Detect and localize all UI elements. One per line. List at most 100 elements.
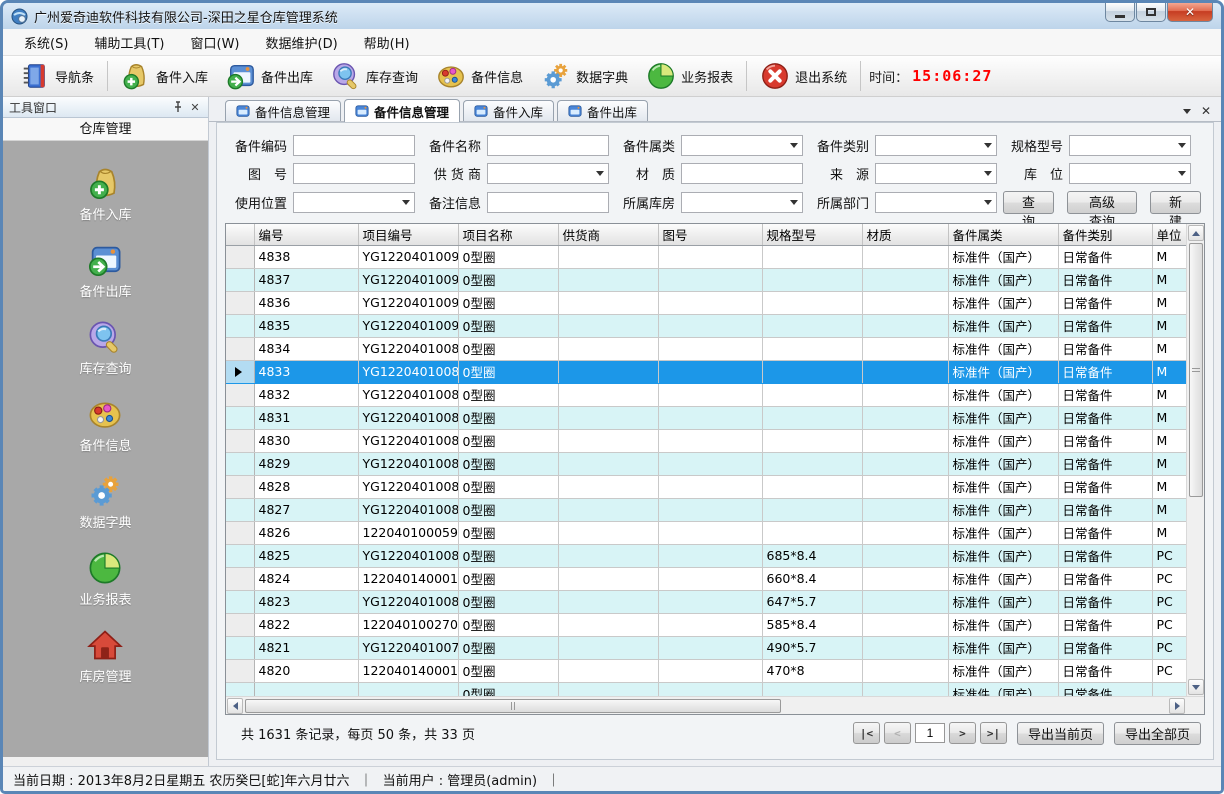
row-selector[interactable] [226,383,254,406]
new-button[interactable]: 新建 [1150,191,1201,214]
first-page-button[interactable]: |< [853,722,880,744]
scroll-up-icon[interactable] [1188,225,1204,241]
sidebar-item-parts-inbound[interactable]: 备件入库 [79,165,131,223]
column-header[interactable]: 项目编号 [358,224,458,245]
spec-model-select[interactable] [1069,135,1191,156]
toolbar-button-exit-system[interactable]: 退出系统 [751,58,856,94]
toolbar-button-parts-outbound[interactable]: 备件出库 [217,58,322,94]
department-select[interactable] [875,192,997,213]
row-selector[interactable] [226,567,254,590]
chevron-down-icon[interactable] [1183,109,1191,114]
row-selector[interactable] [226,406,254,429]
toolbar-button-inventory-search[interactable]: 库存查询 [322,58,427,94]
vertical-scrollbar-thumb[interactable] [1189,243,1203,497]
table-row[interactable]: 482212204010027000型圈585*8.4标准件（国产）日常备件PC [226,613,1186,636]
part-category-select[interactable] [681,135,803,156]
scroll-down-icon[interactable] [1188,679,1204,695]
column-header[interactable]: 材质 [862,224,948,245]
row-selector[interactable] [226,475,254,498]
table-row[interactable]: 482612204010005990型圈标准件（国产）日常备件M [226,521,1186,544]
row-selector[interactable] [226,636,254,659]
maximize-button[interactable] [1136,3,1166,22]
menu-data-maintenance[interactable]: 数据维护(D) [253,29,351,56]
horizontal-scrollbar[interactable] [226,697,1186,714]
toolbar-button-parts-info[interactable]: 备件信息 [427,58,532,94]
menu-system[interactable]: 系统(S) [11,29,81,56]
table-row[interactable]: 4831YG122040100860型圈标准件（国产）日常备件M [226,406,1186,429]
sidebar-item-business-report[interactable]: 业务报表 [79,550,131,608]
table-row[interactable]: 4836YG122040100910型圈标准件（国产）日常备件M [226,291,1186,314]
column-header[interactable]: 项目名称 [458,224,558,245]
minimize-button[interactable] [1105,3,1135,22]
table-row[interactable]: 4830YG122040100850型圈标准件（国产）日常备件M [226,429,1186,452]
sidebar-item-data-dictionary[interactable]: 数据字典 [79,473,131,531]
query-button[interactable]: 查询 [1003,191,1054,214]
row-selector[interactable] [226,268,254,291]
table-row[interactable]: 4825YG122040100810型圈685*8.4标准件（国产）日常备件PC [226,544,1186,567]
tab-parts-inbound[interactable]: 备件入库 [463,100,554,121]
row-selector[interactable] [226,337,254,360]
column-header[interactable]: 图号 [658,224,762,245]
remark-input[interactable] [487,192,609,213]
row-selector[interactable] [226,314,254,337]
horizontal-scrollbar-thumb[interactable] [245,699,781,713]
toolbar-button-navbar[interactable]: 导航条 [11,58,103,94]
table-row[interactable]: 4827YG122040100820型圈标准件（国产）日常备件M [226,498,1186,521]
table-row[interactable]: 4823YG122040100800型圈647*5.7标准件（国产）日常备件PC [226,590,1186,613]
pin-icon[interactable] [171,100,185,114]
advanced-query-button[interactable]: 高级查询 [1067,191,1137,214]
page-number-input[interactable] [915,723,945,743]
table-row[interactable]: 4835YG122040100900型圈标准件（国产）日常备件M [226,314,1186,337]
tab-parts-outbound[interactable]: 备件出库 [557,100,648,121]
row-selector[interactable] [226,245,254,268]
scroll-right-icon[interactable] [1169,698,1185,714]
menu-window[interactable]: 窗口(W) [178,29,253,56]
table-row[interactable]: 482412204014000120型圈660*8.4标准件（国产）日常备件PC [226,567,1186,590]
sidebar-item-warehouse-management[interactable]: 库房管理 [79,627,131,685]
column-header[interactable]: 备件属类 [948,224,1058,245]
supplier-select[interactable] [487,163,609,184]
row-selector[interactable] [226,429,254,452]
column-header[interactable]: 备件类别 [1058,224,1152,245]
toolbar-button-parts-inbound[interactable]: 备件入库 [112,58,217,94]
sidebar-item-inventory-search[interactable]: 库存查询 [79,319,131,377]
sidebar-item-parts-info[interactable]: 备件信息 [79,396,131,454]
tab-parts-info-management-2[interactable]: 备件信息管理 [344,99,460,122]
scroll-left-icon[interactable] [227,698,243,714]
column-header[interactable]: 单位 [1152,224,1186,245]
storage-location-select[interactable] [1069,163,1191,184]
table-row[interactable]: 4834YG122040100890型圈标准件（国产）日常备件M [226,337,1186,360]
previous-page-button[interactable]: < [884,722,911,744]
close-icon[interactable]: ✕ [188,100,202,114]
sidebar-item-parts-outbound[interactable]: 备件出库 [79,242,131,300]
close-button[interactable] [1167,3,1213,22]
next-page-button[interactable]: > [949,722,976,744]
row-selector[interactable] [226,498,254,521]
row-selector[interactable] [226,613,254,636]
table-row[interactable]: 4833YG122040100880型圈标准件（国产）日常备件M [226,360,1186,383]
source-select[interactable] [875,163,997,184]
warehouse-select[interactable] [681,192,803,213]
part-class-select[interactable] [875,135,997,156]
column-header[interactable]: 规格型号 [762,224,862,245]
drawing-number-input[interactable] [293,163,415,184]
close-icon[interactable] [1201,105,1211,117]
table-row[interactable]: 4832YG122040100870型圈标准件（国产）日常备件M [226,383,1186,406]
tab-parts-info-management-1[interactable]: 备件信息管理 [225,100,341,121]
row-selector[interactable] [226,452,254,475]
table-row[interactable]: 4821YG122040100790型圈490*5.7标准件（国产）日常备件PC [226,636,1186,659]
toolbar-button-business-report[interactable]: 业务报表 [637,58,742,94]
spare-part-name-input[interactable] [487,135,609,156]
table-row[interactable]: 4838YG122040100930型圈标准件（国产）日常备件M [226,245,1186,268]
row-selector[interactable] [226,521,254,544]
toolbar-button-data-dictionary[interactable]: 数据字典 [532,58,637,94]
row-selector[interactable] [226,360,254,383]
export-current-page-button[interactable]: 导出当前页 [1017,722,1104,745]
table-row[interactable]: 482012204014000130型圈470*8标准件（国产）日常备件PC [226,659,1186,682]
row-selector[interactable] [226,544,254,567]
vertical-scrollbar[interactable] [1186,224,1204,696]
table-row[interactable]: 4828YG122040100830型圈标准件（国产）日常备件M [226,475,1186,498]
column-header[interactable]: 供货商 [558,224,658,245]
last-page-button[interactable]: >| [980,722,1007,744]
table-row[interactable]: 0型圈标准件（国产）日常备件 [226,682,1186,696]
